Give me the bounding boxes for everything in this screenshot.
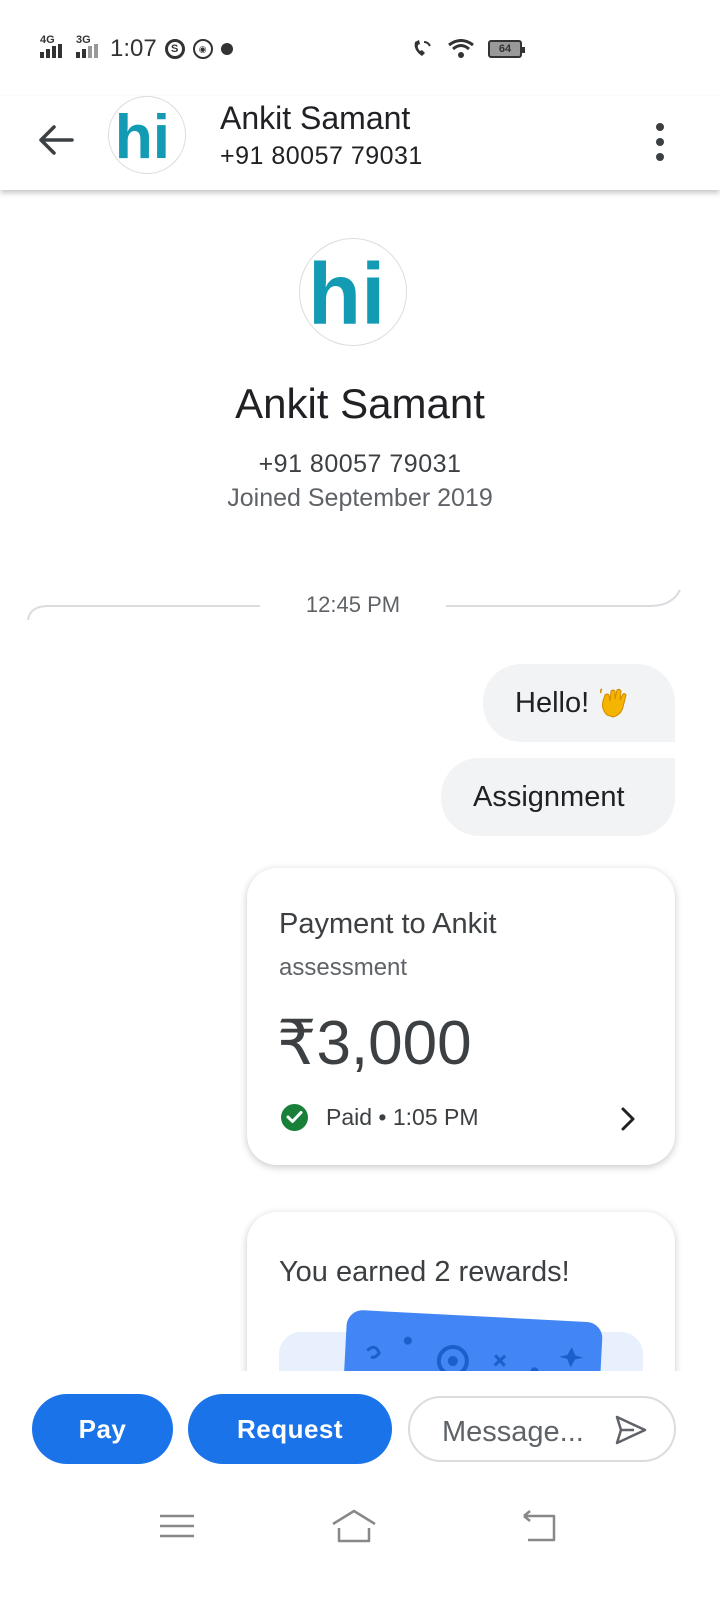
send-icon[interactable]	[614, 1414, 648, 1446]
header-name: Ankit Samant	[220, 100, 411, 136]
skype-icon: S	[164, 39, 185, 59]
app-bar: hi Ankit Samant +91 80057 79031	[0, 96, 720, 190]
wifi-icon	[448, 39, 474, 58]
system-nav-bar	[0, 1490, 720, 1570]
svg-text:hi: hi	[308, 246, 385, 343]
check-circle-icon	[281, 1103, 308, 1131]
profile-joined-date: Joined September 2019	[227, 484, 493, 512]
header-phone: +91 80057 79031	[220, 142, 423, 170]
payment-amount: ₹3,000	[277, 1009, 472, 1078]
hi-logo-icon: hi	[115, 103, 170, 172]
hi-logo-icon: hi	[308, 246, 385, 343]
back-icon[interactable]	[514, 1506, 564, 1546]
message-text: Assignment	[473, 780, 625, 813]
chevron-right-icon[interactable]	[617, 1106, 639, 1132]
pay-button[interactable]: Pay	[32, 1394, 173, 1464]
payment-note: assessment	[279, 954, 408, 981]
message-placeholder: Message...	[442, 1416, 584, 1448]
home-icon[interactable]	[329, 1506, 379, 1546]
data-saver-icon	[220, 43, 233, 55]
wifi-calling-icon	[414, 40, 431, 56]
payment-title: Payment to Ankit	[279, 908, 497, 940]
payment-status-row: Paid • 1:05 PM	[281, 1102, 479, 1132]
message-bubble[interactable]: Assignment	[441, 758, 675, 836]
request-button[interactable]: Request	[188, 1394, 392, 1464]
waving-hand-emoji	[600, 688, 627, 718]
app-notification-icon: ◉	[192, 39, 213, 59]
profile-name: Ankit Samant	[235, 380, 485, 427]
battery-icon: 64	[488, 40, 525, 58]
message-input[interactable]: Message...	[408, 1396, 676, 1462]
profile-phone: +91 80057 79031	[258, 450, 462, 478]
more-vert-icon	[656, 123, 664, 131]
payment-status: Paid • 1:05 PM	[326, 1103, 479, 1130]
header-avatar[interactable]: hi	[108, 96, 186, 174]
payment-card[interactable]: Payment to Ankit assessment ₹3,000 Paid …	[247, 868, 675, 1165]
reward-title: You earned 2 rewards!	[279, 1256, 570, 1288]
profile-avatar[interactable]: hi	[299, 238, 407, 346]
menu-icon[interactable]	[152, 1506, 202, 1546]
message-bubble[interactable]: Hello!	[483, 664, 675, 742]
signal-icon: 3G	[76, 34, 98, 58]
more-options-button[interactable]	[640, 114, 680, 170]
time-divider: 12:45 PM	[305, 592, 401, 617]
message-text: Hello!	[515, 686, 590, 719]
status-left: 4G 3G 1:07 S ◉	[40, 34, 233, 64]
back-button[interactable]	[30, 114, 82, 166]
status-bar: 4G 3G 1:07 S ◉ 64	[0, 0, 720, 96]
status-right: 64	[410, 36, 525, 62]
signal-icon: 4G	[40, 34, 62, 58]
arrow-back-icon	[39, 125, 74, 155]
status-time: 1:07	[110, 35, 157, 62]
svg-text:hi: hi	[115, 103, 170, 172]
